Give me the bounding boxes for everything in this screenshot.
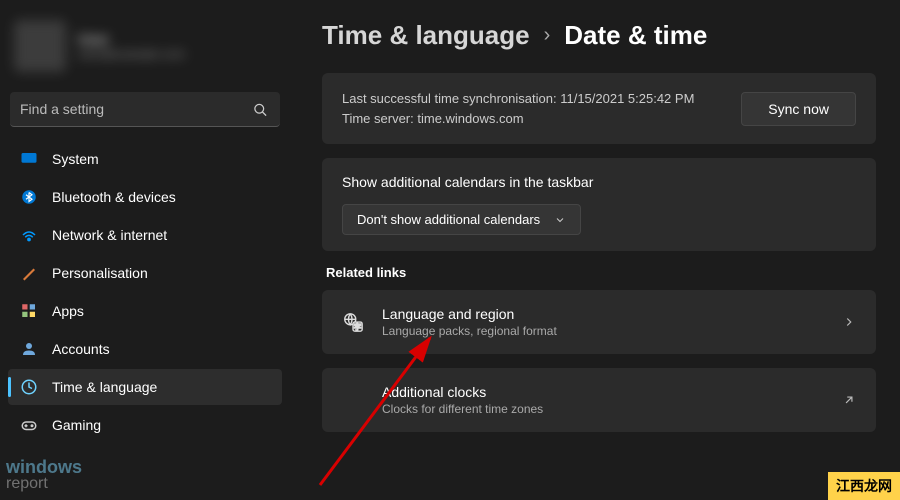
- additional-calendars-card: Show additional calendars in the taskbar…: [322, 158, 876, 251]
- language-region-icon: 字: [342, 311, 364, 333]
- nav: System Bluetooth & devices Network & int…: [4, 141, 286, 443]
- sidebar-item-label: System: [52, 151, 99, 167]
- additional-clocks-icon: [342, 389, 364, 411]
- dropdown-value: Don't show additional calendars: [357, 212, 540, 227]
- avatar: [14, 20, 66, 72]
- sidebar-item-label: Gaming: [52, 417, 101, 433]
- search-icon: [253, 102, 268, 117]
- user-name: User: [78, 31, 185, 47]
- brush-icon: [20, 264, 38, 282]
- sidebar-item-label: Network & internet: [52, 227, 167, 243]
- corner-watermark: 江西龙网: [828, 472, 900, 500]
- sidebar-item-bluetooth[interactable]: Bluetooth & devices: [8, 179, 282, 215]
- breadcrumb-parent[interactable]: Time & language: [322, 20, 530, 51]
- user-email: user@example.com: [78, 47, 185, 61]
- bluetooth-icon: [20, 188, 38, 206]
- user-profile[interactable]: User user@example.com: [4, 12, 286, 86]
- sync-now-button[interactable]: Sync now: [741, 92, 856, 126]
- sidebar-item-apps[interactable]: Apps: [8, 293, 282, 329]
- search-container: [10, 92, 280, 127]
- sidebar-item-label: Apps: [52, 303, 84, 319]
- related-links-heading: Related links: [326, 265, 876, 280]
- link-title: Additional clocks: [382, 384, 824, 400]
- link-title: Language and region: [382, 306, 824, 322]
- apps-icon: [20, 302, 38, 320]
- sync-last: Last successful time synchronisation: 11…: [342, 89, 694, 109]
- sidebar-item-accounts[interactable]: Accounts: [8, 331, 282, 367]
- sync-card: Last successful time synchronisation: 11…: [322, 73, 876, 144]
- link-additional-clocks[interactable]: Additional clocks Clocks for different t…: [322, 368, 876, 432]
- sidebar-item-label: Bluetooth & devices: [52, 189, 176, 205]
- sidebar-item-label: Accounts: [52, 341, 110, 357]
- chevron-right-icon: [842, 315, 856, 329]
- chevron-right-icon: ›: [544, 24, 551, 47]
- sidebar-item-label: Time & language: [52, 379, 157, 395]
- additional-calendars-dropdown[interactable]: Don't show additional calendars: [342, 204, 581, 235]
- main-content: Time & language › Date & time Last succe…: [290, 0, 900, 500]
- link-subtitle: Clocks for different time zones: [382, 402, 824, 416]
- sync-info: Last successful time synchronisation: 11…: [342, 89, 694, 128]
- sidebar-item-network[interactable]: Network & internet: [8, 217, 282, 253]
- sidebar-item-personalisation[interactable]: Personalisation: [8, 255, 282, 291]
- person-icon: [20, 340, 38, 358]
- sidebar-item-time-language[interactable]: Time & language: [8, 369, 282, 405]
- breadcrumb: Time & language › Date & time: [322, 20, 876, 51]
- sidebar-item-gaming[interactable]: Gaming: [8, 407, 282, 443]
- sidebar: User user@example.com System Bluetooth: [0, 0, 290, 500]
- chevron-down-icon: [554, 214, 566, 226]
- svg-text:字: 字: [354, 322, 361, 331]
- sync-server: Time server: time.windows.com: [342, 109, 694, 129]
- search-input[interactable]: [10, 92, 280, 127]
- link-subtitle: Language packs, regional format: [382, 324, 824, 338]
- additional-calendars-title: Show additional calendars in the taskbar: [342, 174, 856, 190]
- clock-globe-icon: [20, 378, 38, 396]
- wifi-icon: [20, 226, 38, 244]
- system-icon: [20, 150, 38, 168]
- gaming-icon: [20, 416, 38, 434]
- open-external-icon: [842, 393, 856, 407]
- sidebar-item-system[interactable]: System: [8, 141, 282, 177]
- sidebar-item-label: Personalisation: [52, 265, 148, 281]
- page-title: Date & time: [564, 20, 707, 51]
- link-language-region[interactable]: 字 Language and region Language packs, re…: [322, 290, 876, 354]
